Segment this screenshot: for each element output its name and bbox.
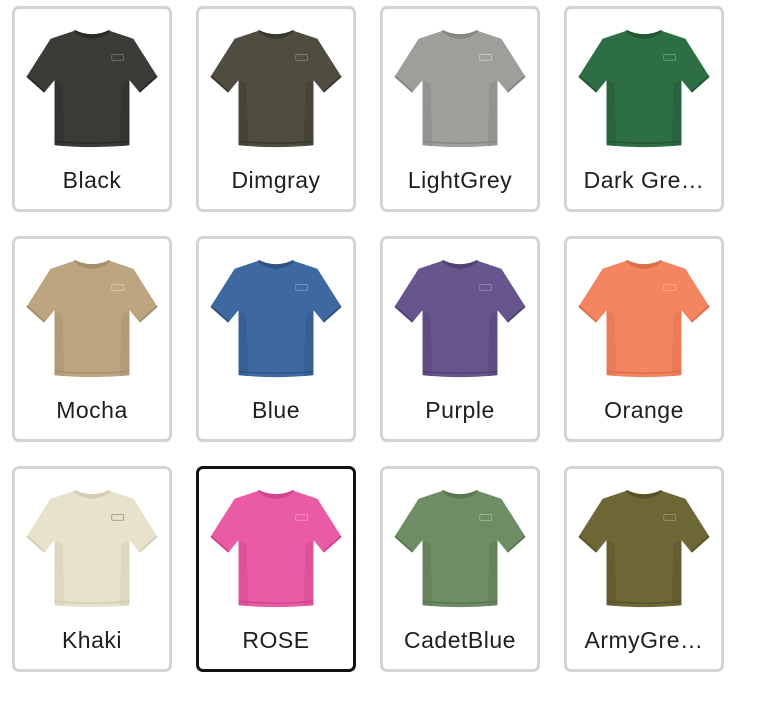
swatch-label: Orange <box>604 397 684 423</box>
color-swatch-orange[interactable]: Orange <box>564 236 724 442</box>
color-swatch-mocha[interactable]: Mocha <box>12 236 172 442</box>
color-swatch-purple[interactable]: Purple <box>380 236 540 442</box>
tshirt-icon <box>23 19 161 157</box>
tshirt-icon <box>391 479 529 617</box>
swatch-label: Khaki <box>61 627 123 653</box>
tshirt-icon <box>23 479 161 617</box>
tshirt-icon <box>207 19 345 157</box>
tshirt-icon <box>575 479 713 617</box>
swatch-label: ROSE <box>242 627 310 653</box>
color-swatch-lightgrey[interactable]: LightGrey <box>380 6 540 212</box>
tshirt-icon <box>207 249 345 387</box>
color-swatch-rose[interactable]: ROSE <box>196 466 356 672</box>
color-swatch-armygre[interactable]: ArmyGre… <box>564 466 724 672</box>
color-swatch-cadetblue[interactable]: CadetBlue <box>380 466 540 672</box>
swatch-label: ArmyGre… <box>584 627 704 653</box>
color-swatch-khaki[interactable]: Khaki <box>12 466 172 672</box>
tshirt-icon <box>391 19 529 157</box>
swatch-label: LightGrey <box>407 167 513 193</box>
swatch-label: Dimgray <box>231 167 321 193</box>
color-swatch-black[interactable]: Black <box>12 6 172 212</box>
tshirt-icon <box>575 249 713 387</box>
tshirt-icon <box>23 249 161 387</box>
swatch-label: CadetBlue <box>404 627 516 653</box>
tshirt-icon <box>207 479 345 617</box>
swatch-label: Dark Gre… <box>583 167 705 193</box>
color-swatch-blue[interactable]: Blue <box>196 236 356 442</box>
tshirt-icon <box>391 249 529 387</box>
swatch-label: Mocha <box>56 397 128 423</box>
color-swatch-dark-gre[interactable]: Dark Gre… <box>564 6 724 212</box>
swatch-label: Blue <box>251 397 301 423</box>
color-swatch-grid: Black Dimgray LightGrey Dark Gre… Mocha … <box>12 6 724 672</box>
color-swatch-dimgray[interactable]: Dimgray <box>196 6 356 212</box>
swatch-label: Black <box>62 167 122 193</box>
tshirt-icon <box>575 19 713 157</box>
swatch-label: Purple <box>425 397 495 423</box>
